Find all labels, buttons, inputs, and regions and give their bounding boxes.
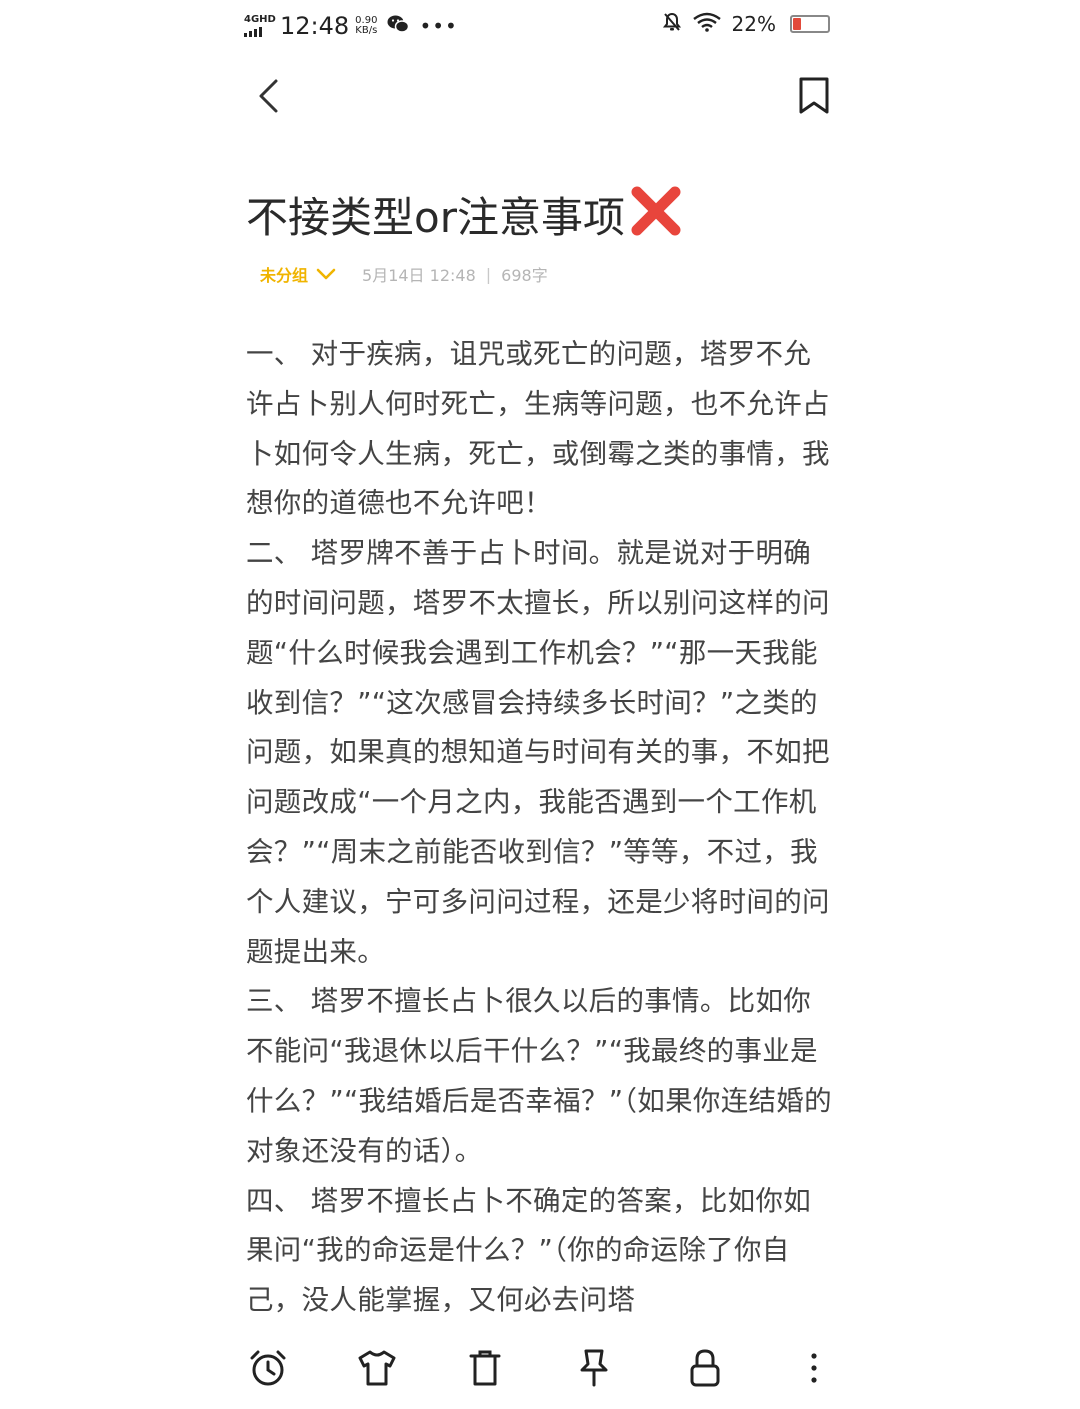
- chevron-down-icon[interactable]: [316, 265, 336, 284]
- wechat-icon: [387, 14, 410, 38]
- note-date: 5月14日 12:48: [362, 266, 476, 285]
- more-vertical-icon: [811, 1353, 817, 1383]
- note-meta: 未分组 5月14日 12:48 | 698字: [260, 262, 548, 286]
- status-bar-right: 22%: [662, 12, 830, 36]
- alarm-clock-icon: [250, 1350, 286, 1386]
- red-cross-mark-icon: [631, 186, 681, 250]
- note-paragraph: 一、 对于疾病，诅咒或死亡的问题，塔罗不允许占卜别人何时死亡，生病等问题，也不允…: [246, 338, 830, 520]
- chevron-left-icon: [259, 79, 278, 113]
- back-button[interactable]: [246, 74, 290, 118]
- word-count: 698字: [501, 266, 548, 285]
- lock-button[interactable]: [683, 1346, 727, 1390]
- pin-button[interactable]: [572, 1346, 616, 1390]
- meta-separator: |: [485, 264, 492, 284]
- pin-icon: [580, 1349, 608, 1387]
- silent-bell-icon: [662, 12, 682, 36]
- note-paragraph: 二、 塔罗牌不善于占卜时间。就是说对于明确的时间问题，塔罗不太擅长，所以别问这样…: [246, 537, 830, 968]
- wifi-icon: [692, 12, 722, 36]
- tshirt-icon: [358, 1350, 396, 1386]
- lock-icon: [690, 1349, 720, 1387]
- group-selector-label[interactable]: 未分组: [260, 262, 308, 286]
- note-body[interactable]: 一、 对于疾病，诅咒或死亡的问题，塔罗不允许占卜别人何时死亡，生病等问题，也不允…: [246, 330, 838, 1326]
- signal-icon: [244, 27, 274, 37]
- theme-button[interactable]: [355, 1346, 399, 1390]
- status-time: 12:48: [280, 12, 350, 40]
- trash-icon: [469, 1350, 501, 1386]
- battery-fill: [793, 18, 801, 30]
- bookmark-button[interactable]: [792, 74, 836, 118]
- note-title: 不接类型or注意事项: [246, 193, 625, 242]
- battery-icon: [790, 15, 830, 33]
- notification-more-icon: •••: [419, 14, 458, 38]
- more-options-button[interactable]: [792, 1346, 836, 1390]
- status-bar-left: 4GHD 12:48 0.90 KB/s •••: [244, 12, 458, 40]
- bookmark-icon: [799, 77, 829, 114]
- status-bar: 4GHD 12:48 0.90 KB/s ••• 22%: [0, 0, 1080, 52]
- battery-percent: 22%: [731, 12, 776, 36]
- network-type: 4GHD: [244, 14, 276, 25]
- bottom-toolbar: [0, 1340, 1080, 1396]
- note-paragraph: 四、 塔罗不擅长占卜不确定的答案，比如你如果问“我的命运是什么？”（你的命运除了…: [246, 1184, 812, 1317]
- network-indicator: 4GHD: [244, 14, 276, 37]
- note-title-row: 不接类型or注意事项: [246, 186, 866, 250]
- network-speed: 0.90 KB/s: [355, 16, 377, 36]
- delete-button[interactable]: [463, 1346, 507, 1390]
- network-speed-unit: KB/s: [355, 25, 378, 36]
- reminder-button[interactable]: [246, 1346, 290, 1390]
- note-paragraph: 三、 塔罗不擅长占卜很久以后的事情。比如你不能问“我退休以后干什么？”“我最终的…: [246, 985, 832, 1167]
